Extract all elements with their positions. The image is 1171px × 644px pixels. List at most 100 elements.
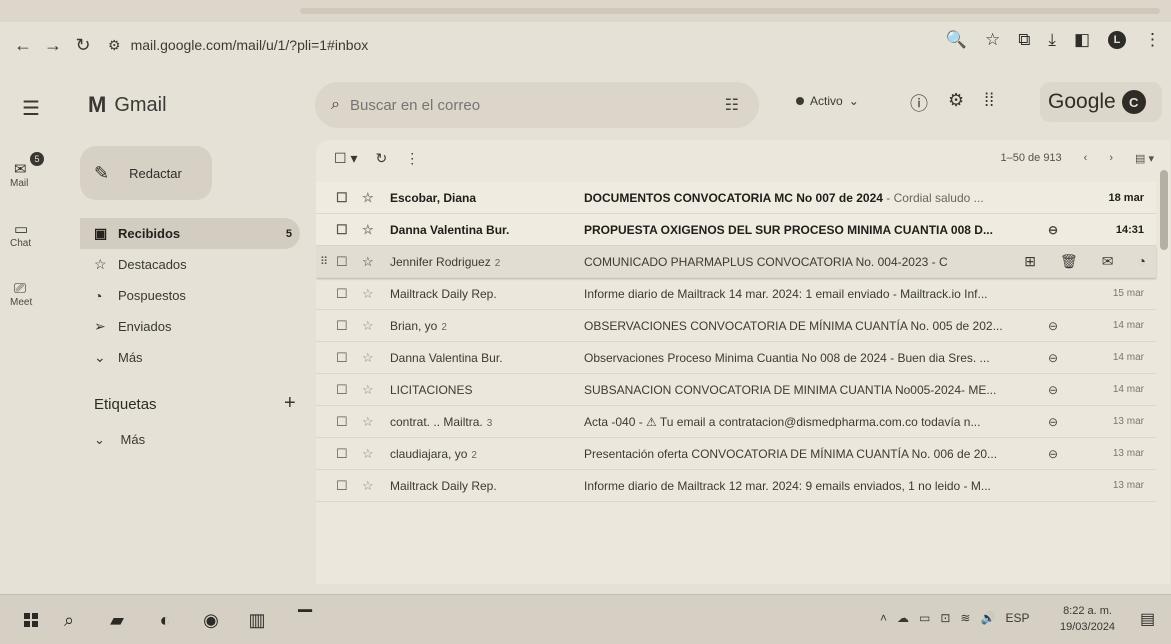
attachment-icon[interactable]: ⊖ [1048, 319, 1058, 333]
menu-icon[interactable]: ⋮ [1144, 30, 1161, 50]
apps-grid-icon[interactable]: ⁞⁞ [984, 90, 994, 116]
email-row[interactable]: ☐ ☆ Mailtrack Daily Rep. Informe diario de … [316, 470, 1156, 502]
bookmark-star-icon[interactable]: ☆ [985, 30, 1000, 50]
row-checkbox[interactable]: ☐ [336, 414, 348, 430]
volume-icon[interactable]: 🔊 [980, 611, 995, 625]
google-account-button[interactable]: Google C [1040, 82, 1162, 122]
file-icon[interactable]: ▔ [292, 607, 318, 633]
email-row[interactable]: ☐ ☆ Danna Valentina Bur. PROPUESTA OXIGENOS… [316, 214, 1156, 246]
avatar[interactable]: C [1121, 90, 1146, 114]
add-label-button[interactable]: + [284, 392, 296, 415]
star-icon[interactable]: ☆ [362, 190, 374, 206]
email-row[interactable]: ☐ ☆ LICITACIONES SUBSANACION CONVOCATORIA D… [316, 374, 1156, 406]
gmail-logo[interactable]: M Gmail [88, 92, 167, 118]
search-bar[interactable]: ⌕ ☷ [315, 82, 759, 128]
email-row[interactable]: ☐ ☆ Mailtrack Daily Rep. Informe diario de … [316, 278, 1156, 310]
row-checkbox[interactable]: ☐ [336, 478, 348, 494]
row-checkbox[interactable]: ☐ [336, 254, 348, 270]
sidebar-item-inbox[interactable]: ▣ Recibidos 5 [80, 218, 300, 249]
battery-icon[interactable]: ▭ [919, 611, 930, 625]
more-options-icon[interactable]: ⋮ [405, 150, 419, 167]
email-date: 14:31 [1115, 223, 1144, 236]
select-all-checkbox[interactable]: ☐ ▾ [334, 150, 357, 167]
wifi-icon[interactable]: ≋ [960, 611, 970, 625]
chevron-up-icon[interactable]: ˄ [880, 611, 887, 625]
archive-icon[interactable]: ⊞ [1024, 253, 1036, 270]
word-icon[interactable]: ▥ [244, 607, 270, 633]
status-selector[interactable]: Activo ⌄ [796, 94, 859, 108]
rail-mail[interactable]: 5 ✉ Mail [0, 152, 70, 189]
refresh-icon[interactable]: ↻ [375, 150, 387, 167]
attachment-icon[interactable]: ⊖ [1048, 447, 1058, 461]
email-row[interactable]: ☐ ☆ Brian, yo 2 OBSERVACIONES CONVOCATORIA D… [316, 310, 1156, 342]
search-input[interactable] [349, 96, 710, 114]
row-checkbox[interactable]: ☐ [336, 382, 348, 398]
edge-browser-icon[interactable]: ◐ [152, 607, 178, 633]
star-icon[interactable]: ☆ [362, 286, 374, 302]
profile-icon[interactable]: L [1108, 31, 1126, 49]
extensions-icon[interactable]: ⧉ [1018, 30, 1030, 50]
attachment-icon[interactable]: ⊖ [1048, 351, 1058, 365]
mark-unread-icon[interactable]: ✉ [1102, 253, 1114, 270]
chrome-browser-icon[interactable]: ◉ [198, 607, 224, 633]
taskbar-clock[interactable]: 8:22 a. m. 19/03/2024 [1060, 603, 1115, 635]
star-icon[interactable]: ☆ [362, 318, 374, 334]
cloud-icon[interactable]: ☁ [897, 611, 909, 625]
zoom-icon[interactable]: 🔍 [946, 30, 967, 50]
labels-more-button[interactable]: ⌄ Más [94, 432, 145, 448]
attachment-icon[interactable]: ⊖ [1048, 383, 1058, 397]
star-icon[interactable]: ☆ [362, 446, 374, 462]
email-row[interactable]: ☐ ☆ Escobar, Diana DOCUMENTOS CONVOCATORIA … [316, 182, 1156, 214]
star-icon[interactable]: ☆ [362, 382, 374, 398]
density-toggle-icon[interactable]: ▤ ▾ [1135, 152, 1154, 165]
next-page-icon[interactable]: › [1109, 152, 1113, 165]
sidebar-item-snoozed[interactable]: ◔ Pospuestos [80, 280, 300, 311]
hamburger-menu-icon[interactable]: ☰ [22, 96, 40, 121]
rail-chat[interactable]: ▭ Chat [0, 220, 70, 249]
prev-page-icon[interactable]: ‹ [1084, 152, 1088, 165]
downloads-icon[interactable]: ⤓ [1048, 30, 1056, 50]
sidebar-icon[interactable]: ◧ [1074, 30, 1090, 50]
star-icon[interactable]: ☆ [362, 478, 374, 494]
search-icon[interactable]: ⌕ [331, 96, 340, 114]
attachment-icon[interactable]: ⊖ [1048, 223, 1058, 237]
star-icon[interactable]: ☆ [362, 254, 374, 270]
scrollbar[interactable] [1160, 170, 1168, 250]
snooze-icon[interactable]: ◔ [1138, 253, 1146, 270]
drag-handle-icon[interactable]: ⠿ [320, 255, 328, 268]
search-icon[interactable]: ⌕ [56, 607, 82, 633]
sidebar-item-sent[interactable]: ➢ Enviados [80, 311, 300, 342]
row-checkbox[interactable]: ☐ [336, 286, 348, 302]
email-row[interactable]: ☐ ☆ contrat. .. Mailtra. 3 Acta -040 - ⚠ Tu … [316, 406, 1156, 438]
row-checkbox[interactable]: ☐ [336, 318, 348, 334]
help-icon[interactable]: ⓘ [910, 90, 928, 116]
sidebar-item-starred[interactable]: ☆ Destacados [80, 249, 300, 280]
email-row[interactable]: ⠿ ☐ ☆ Jennifer Rodriguez 2 COMUNICADO PHARMAP… [316, 246, 1156, 278]
email-row[interactable]: ☐ ☆ Danna Valentina Bur. Observaciones Proc… [316, 342, 1156, 374]
site-settings-icon[interactable]: ⚙ [108, 37, 121, 54]
row-checkbox[interactable]: ☐ [336, 190, 348, 206]
language-indicator[interactable]: ESP [1005, 611, 1029, 625]
network-icon[interactable]: ⊡ [940, 611, 950, 625]
settings-gear-icon[interactable]: ⚙ [948, 90, 964, 116]
search-options-icon[interactable]: ☷ [725, 95, 739, 115]
trash-icon[interactable]: 🗑 [1060, 253, 1078, 270]
sidebar-item-more[interactable]: ⌄ Más [80, 342, 300, 373]
star-icon[interactable]: ☆ [362, 350, 374, 366]
back-arrow-icon[interactable]: ← [8, 30, 38, 60]
star-icon[interactable]: ☆ [362, 222, 374, 238]
file-explorer-icon[interactable]: ▰ [104, 607, 130, 633]
star-icon[interactable]: ☆ [362, 414, 374, 430]
row-checkbox[interactable]: ☐ [336, 222, 348, 238]
email-row[interactable]: ☐ ☆ claudiajara, yo 2 Presentación oferta CO… [316, 438, 1156, 470]
row-checkbox[interactable]: ☐ [336, 446, 348, 462]
reload-icon[interactable]: ↻ [68, 30, 98, 60]
forward-arrow-icon[interactable]: → [38, 30, 68, 60]
notification-icon[interactable]: ▤ [1140, 609, 1155, 629]
row-checkbox[interactable]: ☐ [336, 350, 348, 366]
windows-start-icon[interactable] [18, 607, 44, 633]
compose-button[interactable]: ✎ Redactar [80, 146, 212, 200]
url-bar[interactable]: ⚙ mail.google.com/mail/u/1/?pli=1#inbox [108, 37, 368, 54]
rail-meet[interactable]: ⎚ Meet [0, 280, 70, 308]
attachment-icon[interactable]: ⊖ [1048, 415, 1058, 429]
